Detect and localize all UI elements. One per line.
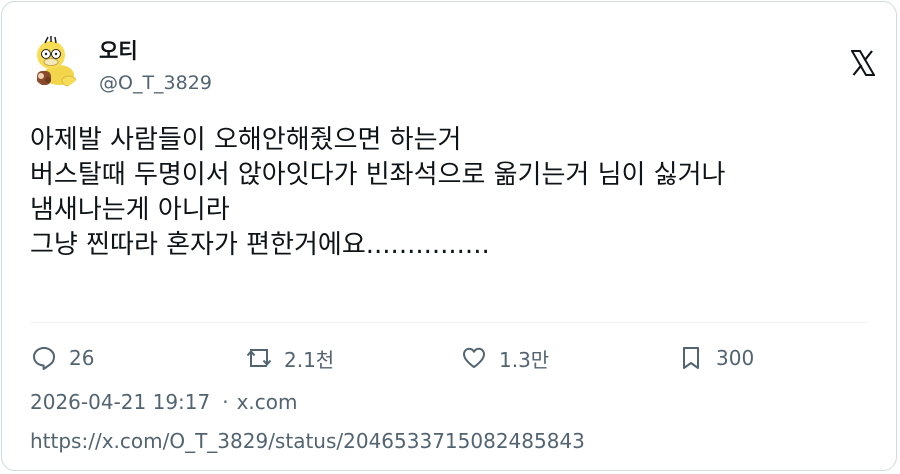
tweet-line: 그냥 찐따라 혼자가 편한거에요............... <box>30 230 490 260</box>
meta-separator: · <box>222 390 229 414</box>
tweet-line: 냄새나는게 아니라 <box>30 195 230 225</box>
tweet-meta: 2026-04-21 19:17 · x.com <box>30 390 298 414</box>
tweet-card: 오티 @O_T_3829 아제발 사람들이 오해안해줬으면 하는거 버스탈때 두… <box>1 1 897 471</box>
heart-icon <box>463 347 485 368</box>
retweet-button[interactable]: 2.1천 <box>246 342 334 374</box>
status-url-link[interactable]: https://x.com/O_T_3829/status/2046533715… <box>30 429 585 453</box>
avatar[interactable] <box>29 35 83 89</box>
like-count: 1.3만 <box>499 347 550 372</box>
retweet-icon <box>246 349 272 367</box>
tweet-line: 버스탈때 두명이서 앉아잇다가 빈좌석으로 옮기는거 님이 싫거나 <box>30 160 726 190</box>
reply-count: 26 <box>69 346 95 370</box>
author-display-name[interactable]: 오티 <box>99 35 138 65</box>
tweet-timestamp[interactable]: 2026-04-21 19:17 <box>30 390 210 414</box>
bookmark-button[interactable]: 300 <box>678 342 754 374</box>
reply-icon <box>33 347 55 370</box>
tweet-source[interactable]: x.com <box>237 390 298 414</box>
author-handle[interactable]: @O_T_3829 <box>99 72 212 94</box>
tweet-text: 아제발 사람들이 오해안해줬으면 하는거 버스탈때 두명이서 앉아잇다가 빈좌석… <box>30 123 880 263</box>
x-logo-icon[interactable] <box>850 50 876 76</box>
divider <box>30 322 868 323</box>
tweet-line: 아제발 사람들이 오해안해줬으면 하는거 <box>30 125 462 155</box>
retweet-count: 2.1천 <box>284 347 335 372</box>
like-button[interactable]: 1.3만 <box>461 342 549 374</box>
psyduck-avatar-icon <box>29 35 83 89</box>
bookmark-icon <box>683 347 699 369</box>
reply-button[interactable]: 26 <box>31 342 94 374</box>
bookmark-count: 300 <box>716 346 755 370</box>
